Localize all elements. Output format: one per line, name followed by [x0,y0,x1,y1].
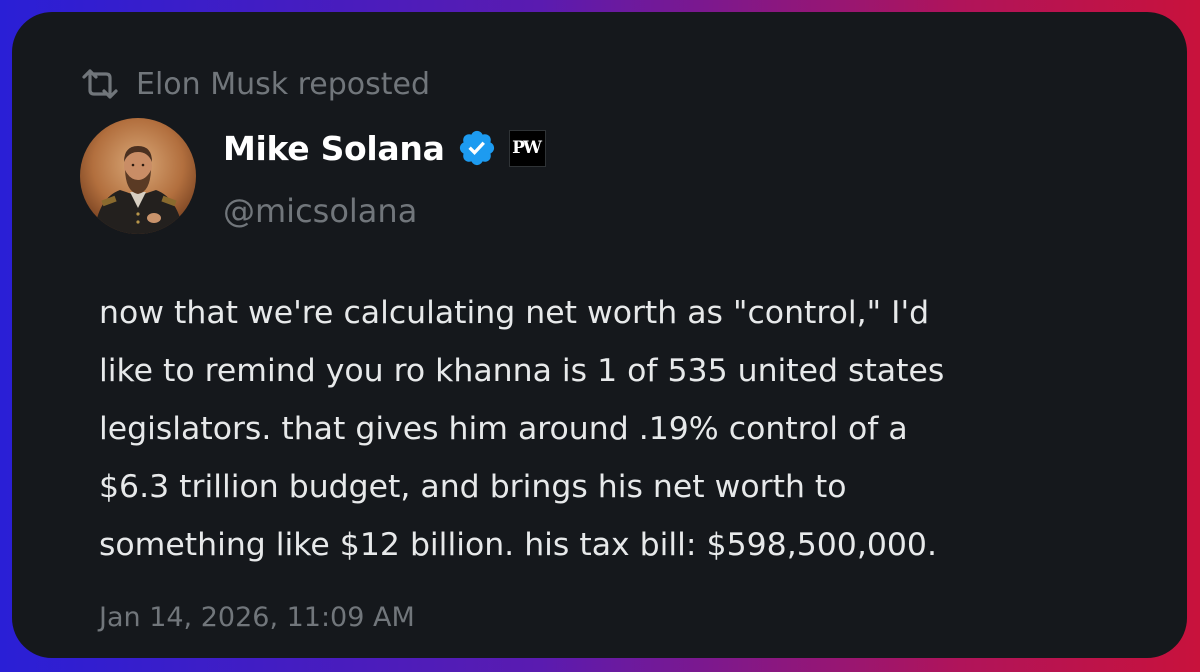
author-name-row: Mike Solana PW [223,124,546,172]
tweet-timestamp[interactable]: Jan 14, 2026, 11:09 AM [99,602,415,633]
portrait-avatar [80,118,196,234]
avatar[interactable] [80,118,196,234]
affiliate-badge[interactable]: PW [508,129,546,167]
repost-label: Elon Musk reposted [136,66,431,102]
repost-indicator: Elon Musk reposted [80,64,430,104]
author-display-name[interactable]: Mike Solana [223,129,445,168]
repost-icon [80,68,120,100]
tweet-text: now that we're calculating net worth as … [99,295,945,563]
tweet-card[interactable]: Elon Musk reposted Mike Solana PW @micso… [12,12,1187,658]
verified-badge-icon [457,128,497,168]
author-handle[interactable]: @micsolana [223,192,417,230]
